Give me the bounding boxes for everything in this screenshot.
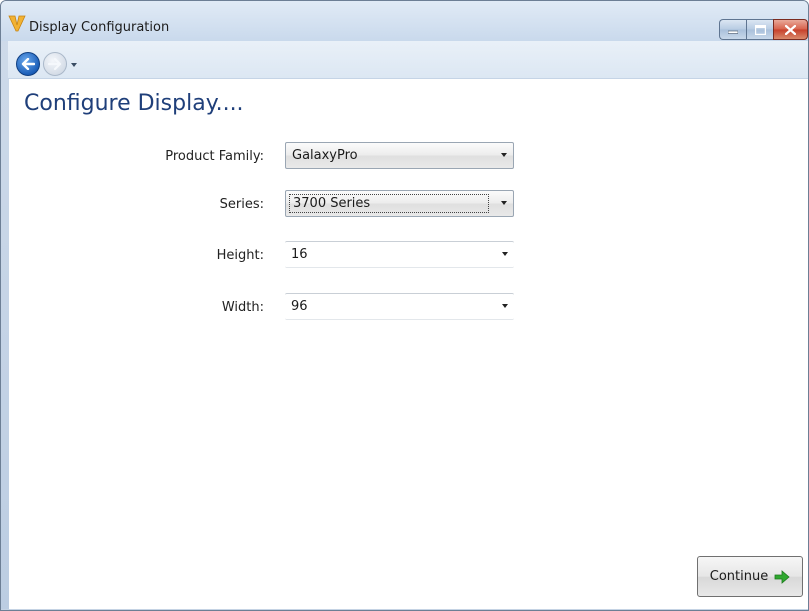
maximize-icon (754, 24, 766, 35)
app-window: Display Configuration Configure Display.… (0, 0, 809, 611)
content-area: Configure Display.... Product Family: Ga… (9, 79, 808, 609)
back-button[interactable] (16, 52, 40, 76)
width-select[interactable]: 96 (285, 293, 514, 320)
dropdown-arrow-icon (502, 252, 508, 256)
window-title: Display Configuration (29, 20, 170, 35)
series-select[interactable]: 3700 Series (285, 190, 514, 217)
width-row: Width: 96 (9, 293, 529, 323)
product-family-value: GalaxyPro (292, 148, 358, 163)
height-row: Height: 16 (9, 241, 529, 271)
product-family-select[interactable]: GalaxyPro (285, 142, 514, 169)
forward-arrow-icon (48, 58, 62, 70)
maximize-button[interactable] (746, 19, 773, 40)
close-button[interactable] (773, 19, 808, 40)
continue-button[interactable]: Continue (697, 556, 803, 597)
product-family-label: Product Family: (165, 149, 264, 164)
v-logo-icon (8, 15, 26, 32)
page-title: Configure Display.... (24, 91, 244, 116)
title-bar[interactable]: Display Configuration (1, 1, 808, 41)
minimize-button[interactable] (719, 19, 746, 40)
height-select[interactable]: 16 (285, 241, 514, 268)
window-controls (719, 19, 808, 40)
width-label: Width: (221, 300, 264, 315)
dropdown-arrow-icon (502, 304, 508, 308)
dropdown-arrow-icon (501, 201, 507, 205)
green-arrow-right-icon (774, 569, 790, 584)
product-family-row: Product Family: GalaxyPro (9, 142, 529, 172)
height-label: Height: (216, 248, 264, 263)
height-value: 16 (291, 247, 308, 262)
dropdown-arrow-icon (501, 153, 507, 157)
series-row: Series: 3700 Series (9, 190, 529, 220)
series-label: Series: (219, 197, 264, 212)
chevron-down-icon (71, 63, 77, 67)
width-value: 96 (291, 299, 308, 314)
forward-button[interactable] (43, 52, 67, 76)
continue-label: Continue (709, 569, 769, 584)
history-dropdown-button[interactable] (70, 61, 78, 69)
back-arrow-icon (21, 58, 35, 70)
navigation-bar (8, 41, 808, 79)
close-icon (785, 24, 796, 35)
series-value: 3700 Series (289, 194, 489, 213)
minimize-icon (728, 30, 738, 34)
